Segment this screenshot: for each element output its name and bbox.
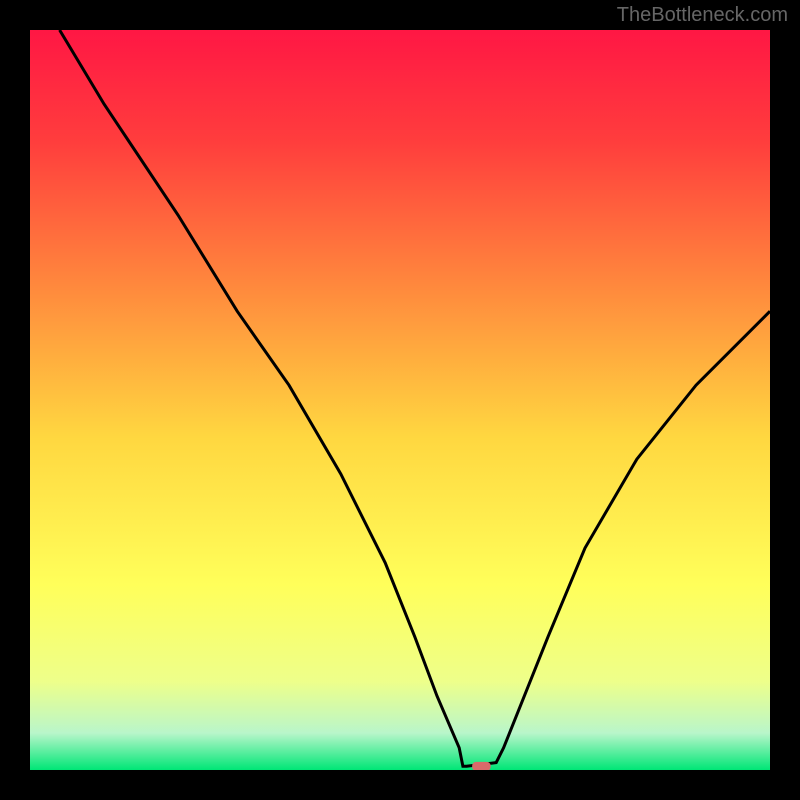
chart-svg bbox=[30, 30, 770, 770]
watermark-text: TheBottleneck.com bbox=[617, 4, 788, 27]
optimal-marker bbox=[472, 762, 491, 770]
gradient-background bbox=[30, 30, 770, 770]
chart-container bbox=[30, 30, 770, 770]
